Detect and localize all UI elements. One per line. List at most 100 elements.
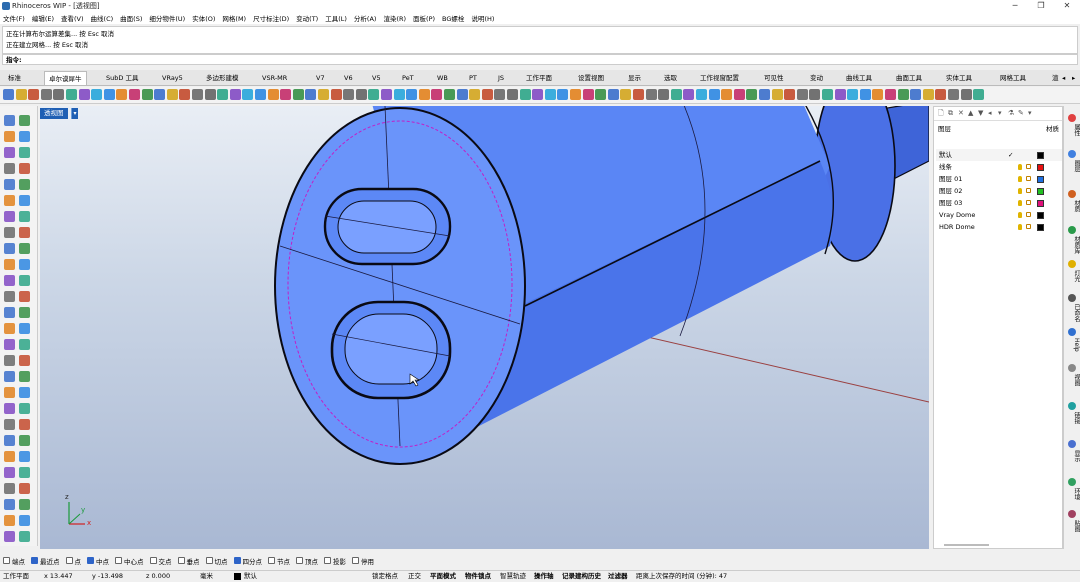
toolbar-tab[interactable]: 工作视窗配置 (696, 71, 743, 85)
menu-item[interactable]: 细分物件(U) (149, 13, 185, 23)
panel-tab[interactable]: 图层 (1065, 160, 1080, 172)
tool-icon[interactable] (292, 89, 304, 100)
left-tool-icon[interactable] (19, 227, 30, 238)
tool-icon[interactable] (166, 89, 178, 100)
layer-tool-icon[interactable]: ▾ (998, 109, 1002, 117)
menu-item[interactable]: 面板(P) (413, 13, 435, 23)
tool-icon[interactable] (897, 89, 909, 100)
left-tool-icon[interactable] (19, 243, 30, 254)
menu-item[interactable]: 分析(A) (354, 13, 377, 23)
tool-icon[interactable] (544, 89, 556, 100)
layer-color-swatch[interactable] (1037, 164, 1044, 171)
tool-icon[interactable] (570, 89, 581, 100)
layer-tool-icon[interactable]: ⚗ (1008, 109, 1014, 117)
toolbar-tab[interactable]: WB (433, 71, 452, 85)
left-tool-icon[interactable] (19, 195, 30, 206)
osnap-toggle[interactable]: 点 (65, 556, 81, 566)
toolbar-tab[interactable]: 网格工具 (996, 71, 1030, 85)
layer-row[interactable]: 图层 01 (936, 173, 1062, 185)
toolbar-tab[interactable]: 曲线工具 (842, 71, 876, 85)
left-tool-icon[interactable] (19, 291, 30, 302)
tool-icon[interactable] (771, 89, 783, 100)
lightbulb-icon[interactable] (1018, 200, 1022, 206)
lock-icon[interactable] (1026, 224, 1031, 229)
lightbulb-icon[interactable] (1018, 164, 1022, 170)
left-tool-icon[interactable] (4, 115, 15, 126)
toolbar-tab[interactable]: 工作平面 (522, 71, 556, 85)
left-tool-icon[interactable] (19, 211, 30, 222)
toolbar-tab[interactable]: JS (494, 71, 508, 85)
toolbar-tab[interactable]: VSR-MR (258, 71, 291, 85)
tool-icon[interactable] (683, 89, 695, 100)
osnap-checkbox[interactable] (149, 557, 157, 564)
osnap-toggle[interactable]: 端点 (3, 556, 25, 566)
left-tool-icon[interactable] (4, 371, 15, 382)
layer-row[interactable]: 图层 03 (936, 197, 1062, 209)
status-toggle[interactable]: 正交 (408, 571, 421, 582)
osnap-toggle[interactable]: 最近点 (31, 556, 60, 566)
osnap-checkbox[interactable] (87, 557, 94, 564)
tool-icon[interactable] (242, 89, 254, 100)
left-tool-icon[interactable] (19, 419, 30, 430)
panel-tab[interactable]: 视图 (1065, 374, 1080, 386)
toolbar-tab[interactable]: V5 (368, 71, 385, 85)
left-tool-icon[interactable] (19, 275, 30, 286)
lightbulb-icon[interactable] (1018, 224, 1022, 230)
panel-tab[interactable]: 环境 (1065, 488, 1080, 500)
osnap-checkbox[interactable] (268, 557, 275, 564)
toolbar-tab[interactable]: 选取 (660, 71, 681, 85)
left-tool-icon[interactable] (4, 355, 15, 366)
left-tool-icon[interactable] (19, 259, 30, 270)
tool-icon[interactable] (444, 89, 455, 100)
toolbar-tab[interactable]: 变动 (806, 71, 827, 85)
left-tool-icon[interactable] (19, 387, 30, 398)
tool-icon[interactable] (3, 89, 14, 100)
osnap-toggle[interactable]: 停用 (352, 556, 374, 566)
menu-item[interactable]: 编辑(E) (32, 13, 54, 23)
tool-icon[interactable] (746, 89, 758, 100)
tool-icon[interactable] (872, 89, 884, 100)
panel-tab[interactable]: Help (1065, 338, 1080, 352)
tool-icon[interactable] (330, 89, 342, 100)
left-tool-icon[interactable] (19, 499, 30, 510)
lock-icon[interactable] (1026, 212, 1031, 217)
status-toggle[interactable]: 记录建构历史 (562, 571, 601, 582)
tool-icon[interactable] (859, 89, 871, 100)
layer-row[interactable]: 默认 ✓ (936, 149, 1062, 161)
tool-icon[interactable] (733, 89, 745, 100)
tool-icon[interactable] (103, 89, 115, 100)
left-tool-icon[interactable] (4, 131, 15, 142)
lightbulb-icon[interactable] (1018, 188, 1022, 194)
osnap-toggle[interactable]: 顶点 (296, 556, 318, 566)
layer-tool-icon[interactable]: ▼ (978, 109, 983, 117)
left-tool-icon[interactable] (4, 403, 15, 414)
left-tool-icon[interactable] (4, 211, 15, 222)
perspective-viewport[interactable]: z x y 透视图 ▾ (40, 106, 929, 549)
tool-icon[interactable] (721, 89, 733, 100)
command-prompt[interactable]: 指令: (2, 54, 1078, 65)
left-tool-icon[interactable] (4, 275, 15, 286)
left-tool-icon[interactable] (4, 323, 15, 334)
left-tool-icon[interactable] (19, 371, 30, 382)
layer-color-swatch[interactable] (1037, 212, 1044, 219)
tool-icon[interactable] (28, 89, 40, 100)
osnap-checkbox[interactable] (115, 557, 122, 564)
panel-tab[interactable]: 材质 (1065, 200, 1080, 212)
menu-item[interactable]: 文件(F) (3, 13, 25, 23)
left-tool-icon[interactable] (4, 195, 15, 206)
toolbar-tab[interactable]: 曲面工具 (892, 71, 926, 85)
toolbar-tab[interactable]: 标准 (4, 71, 25, 85)
status-toggle[interactable]: 物件锁点 (465, 571, 491, 582)
menu-item[interactable]: 网格(M) (222, 13, 246, 23)
layer-tool-icon[interactable]: ✎ (1018, 109, 1024, 117)
layers-scrollbar[interactable] (944, 544, 989, 546)
toolbar-tab[interactable]: 多边形建模 (202, 71, 243, 85)
tool-icon[interactable] (305, 89, 317, 100)
osnap-toggle[interactable]: 中心点 (115, 556, 144, 566)
tool-icon[interactable] (822, 89, 833, 100)
toolbar-tab[interactable]: V6 (340, 71, 357, 85)
left-tool-icon[interactable] (19, 163, 30, 174)
menu-item[interactable]: 曲线(C) (91, 13, 114, 23)
status-toggle[interactable]: 操作轴 (534, 571, 554, 582)
left-tool-icon[interactable] (4, 259, 15, 270)
